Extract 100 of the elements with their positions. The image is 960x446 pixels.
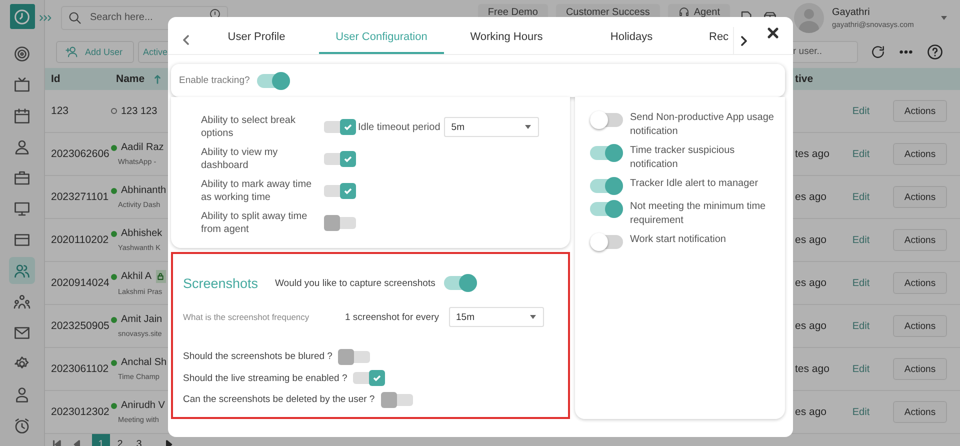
table-cell: es ago bbox=[795, 320, 827, 332]
setting-label: Ability to view my dashboard bbox=[201, 146, 279, 172]
tab[interactable]: User Profile bbox=[194, 31, 319, 54]
table-cell: es ago bbox=[795, 234, 827, 246]
table-cell: es ago bbox=[795, 191, 827, 203]
checkbox-toggle[interactable] bbox=[324, 215, 356, 231]
person-icon bbox=[13, 386, 31, 404]
table-cell: tes ago bbox=[795, 363, 830, 375]
user-name[interactable]: Amit Jain bbox=[121, 314, 162, 325]
section-title: Screenshots bbox=[183, 276, 260, 290]
toggle-switch[interactable] bbox=[590, 111, 623, 129]
user-icon bbox=[13, 138, 31, 156]
check-icon bbox=[343, 154, 353, 164]
sidebar-item[interactable] bbox=[9, 257, 35, 284]
actions-button[interactable]: Actions bbox=[893, 143, 947, 165]
tv-icon bbox=[13, 76, 31, 94]
table-cell: 2023271101 bbox=[51, 191, 109, 203]
tab[interactable]: Holidays bbox=[569, 31, 694, 54]
calendar-icon bbox=[13, 106, 31, 124]
help-icon[interactable] bbox=[926, 42, 944, 60]
caret-icon[interactable] bbox=[940, 14, 948, 22]
actions-button[interactable]: Actions bbox=[893, 401, 947, 423]
logo-icon bbox=[10, 4, 34, 29]
toggle-switch[interactable] bbox=[444, 274, 478, 292]
setting-label: Tracker Idle alert to manager bbox=[630, 177, 760, 191]
table-cell: 2023062606 bbox=[51, 148, 109, 160]
monitor-icon bbox=[13, 200, 31, 218]
setting-label: Send Non-productive App usage notification bbox=[630, 111, 775, 139]
field-label: 1 screenshot for every bbox=[345, 312, 440, 322]
close-icon[interactable] bbox=[767, 27, 779, 39]
tab[interactable]: Rec bbox=[694, 31, 729, 54]
field-label: Idle timeout period bbox=[358, 122, 440, 132]
setting-label: Time tracker suspicious notification bbox=[630, 144, 736, 172]
table-cell: 2023061102 bbox=[51, 363, 109, 375]
check-icon bbox=[372, 373, 382, 384]
search-icon bbox=[68, 10, 82, 24]
user-name[interactable]: 123 123 bbox=[121, 106, 158, 116]
actions-button[interactable]: Actions bbox=[893, 358, 947, 380]
field-label: Enable tracking? bbox=[179, 75, 250, 86]
setting-label: Would you like to capture screenshots bbox=[275, 278, 436, 288]
timeout-select[interactable]: 5m bbox=[444, 117, 540, 137]
caret-icon bbox=[529, 313, 537, 321]
user-name[interactable]: Aadil Raz bbox=[121, 142, 164, 153]
table-cell: 2020914024 bbox=[51, 277, 109, 289]
frequency-select[interactable]: 15m bbox=[449, 307, 544, 327]
setting-label: Ability to split away time from agent bbox=[201, 210, 308, 236]
checkbox-toggle[interactable] bbox=[338, 348, 370, 365]
table-cell: es ago bbox=[795, 406, 827, 418]
toggle-switch[interactable] bbox=[590, 144, 623, 162]
actions-button[interactable]: Actions bbox=[893, 272, 947, 294]
actions-button[interactable]: Actions bbox=[893, 100, 947, 122]
setting-label: Ability to mark away time as working time bbox=[201, 178, 313, 204]
alarm-clock-icon bbox=[13, 416, 31, 434]
tab[interactable]: Working Hours bbox=[444, 31, 569, 54]
checkbox-toggle[interactable] bbox=[324, 151, 356, 167]
sort-arrow-icon[interactable] bbox=[152, 74, 162, 84]
toggle-switch[interactable] bbox=[590, 177, 623, 195]
chevron-left-icon[interactable] bbox=[181, 35, 191, 45]
checkbox-toggle[interactable] bbox=[324, 183, 356, 199]
table-cell: 2023250905 bbox=[51, 320, 109, 332]
team-icon bbox=[13, 292, 31, 310]
table-cell: 2020110202 bbox=[51, 234, 109, 246]
actions-button[interactable]: Actions bbox=[893, 315, 947, 337]
setting-label: Can the screenshots be deleted by the user ? bbox=[183, 394, 375, 406]
previous-page-icon[interactable] bbox=[72, 440, 81, 446]
users-icon bbox=[13, 262, 31, 280]
user-name[interactable]: Abhishek bbox=[121, 228, 162, 239]
setting-label: Should the live streaming be enabled ? bbox=[183, 372, 348, 384]
check-icon bbox=[343, 186, 353, 196]
user-name[interactable]: Akhil A bbox=[121, 271, 152, 282]
target-icon bbox=[13, 44, 31, 62]
chevron-right-icon bbox=[739, 36, 749, 46]
check-icon bbox=[343, 122, 353, 132]
field-label: What is the screenshot frequency bbox=[183, 312, 310, 322]
table-cell: 2023012302 bbox=[51, 406, 109, 418]
column-header[interactable]: tive bbox=[795, 73, 814, 85]
user-name[interactable]: Abhinanth bbox=[121, 185, 166, 196]
next-page-icon[interactable] bbox=[165, 440, 174, 446]
checkbox-toggle[interactable] bbox=[353, 370, 386, 386]
column-header[interactable]: Name bbox=[116, 73, 162, 85]
user-plus-icon bbox=[65, 44, 79, 58]
toggle-switch[interactable] bbox=[256, 72, 290, 90]
caret-icon bbox=[524, 123, 532, 131]
setting-label: Ability to select break options bbox=[201, 114, 296, 140]
actions-button[interactable]: Actions bbox=[893, 229, 947, 251]
table-cell-text: 123 bbox=[51, 105, 70, 117]
first-page-icon[interactable] bbox=[52, 440, 61, 446]
refresh-icon[interactable] bbox=[870, 44, 886, 60]
setting-label: Not meeting the minimum time requirement bbox=[630, 200, 767, 228]
toggle-switch[interactable] bbox=[590, 200, 623, 218]
toggle-switch[interactable] bbox=[590, 233, 623, 251]
info-icon bbox=[209, 8, 221, 20]
briefcase-icon bbox=[13, 168, 31, 186]
column-header[interactable]: Id bbox=[51, 73, 60, 85]
setting-label: Should the screenshots be blured ? bbox=[183, 351, 332, 362]
actions-button[interactable]: Actions bbox=[893, 186, 947, 208]
user-name[interactable]: Anirudh V bbox=[121, 400, 165, 411]
checkbox-toggle[interactable] bbox=[324, 119, 356, 135]
checkbox-toggle[interactable] bbox=[380, 392, 413, 408]
user-name[interactable]: Anchal Sh bbox=[121, 357, 167, 368]
